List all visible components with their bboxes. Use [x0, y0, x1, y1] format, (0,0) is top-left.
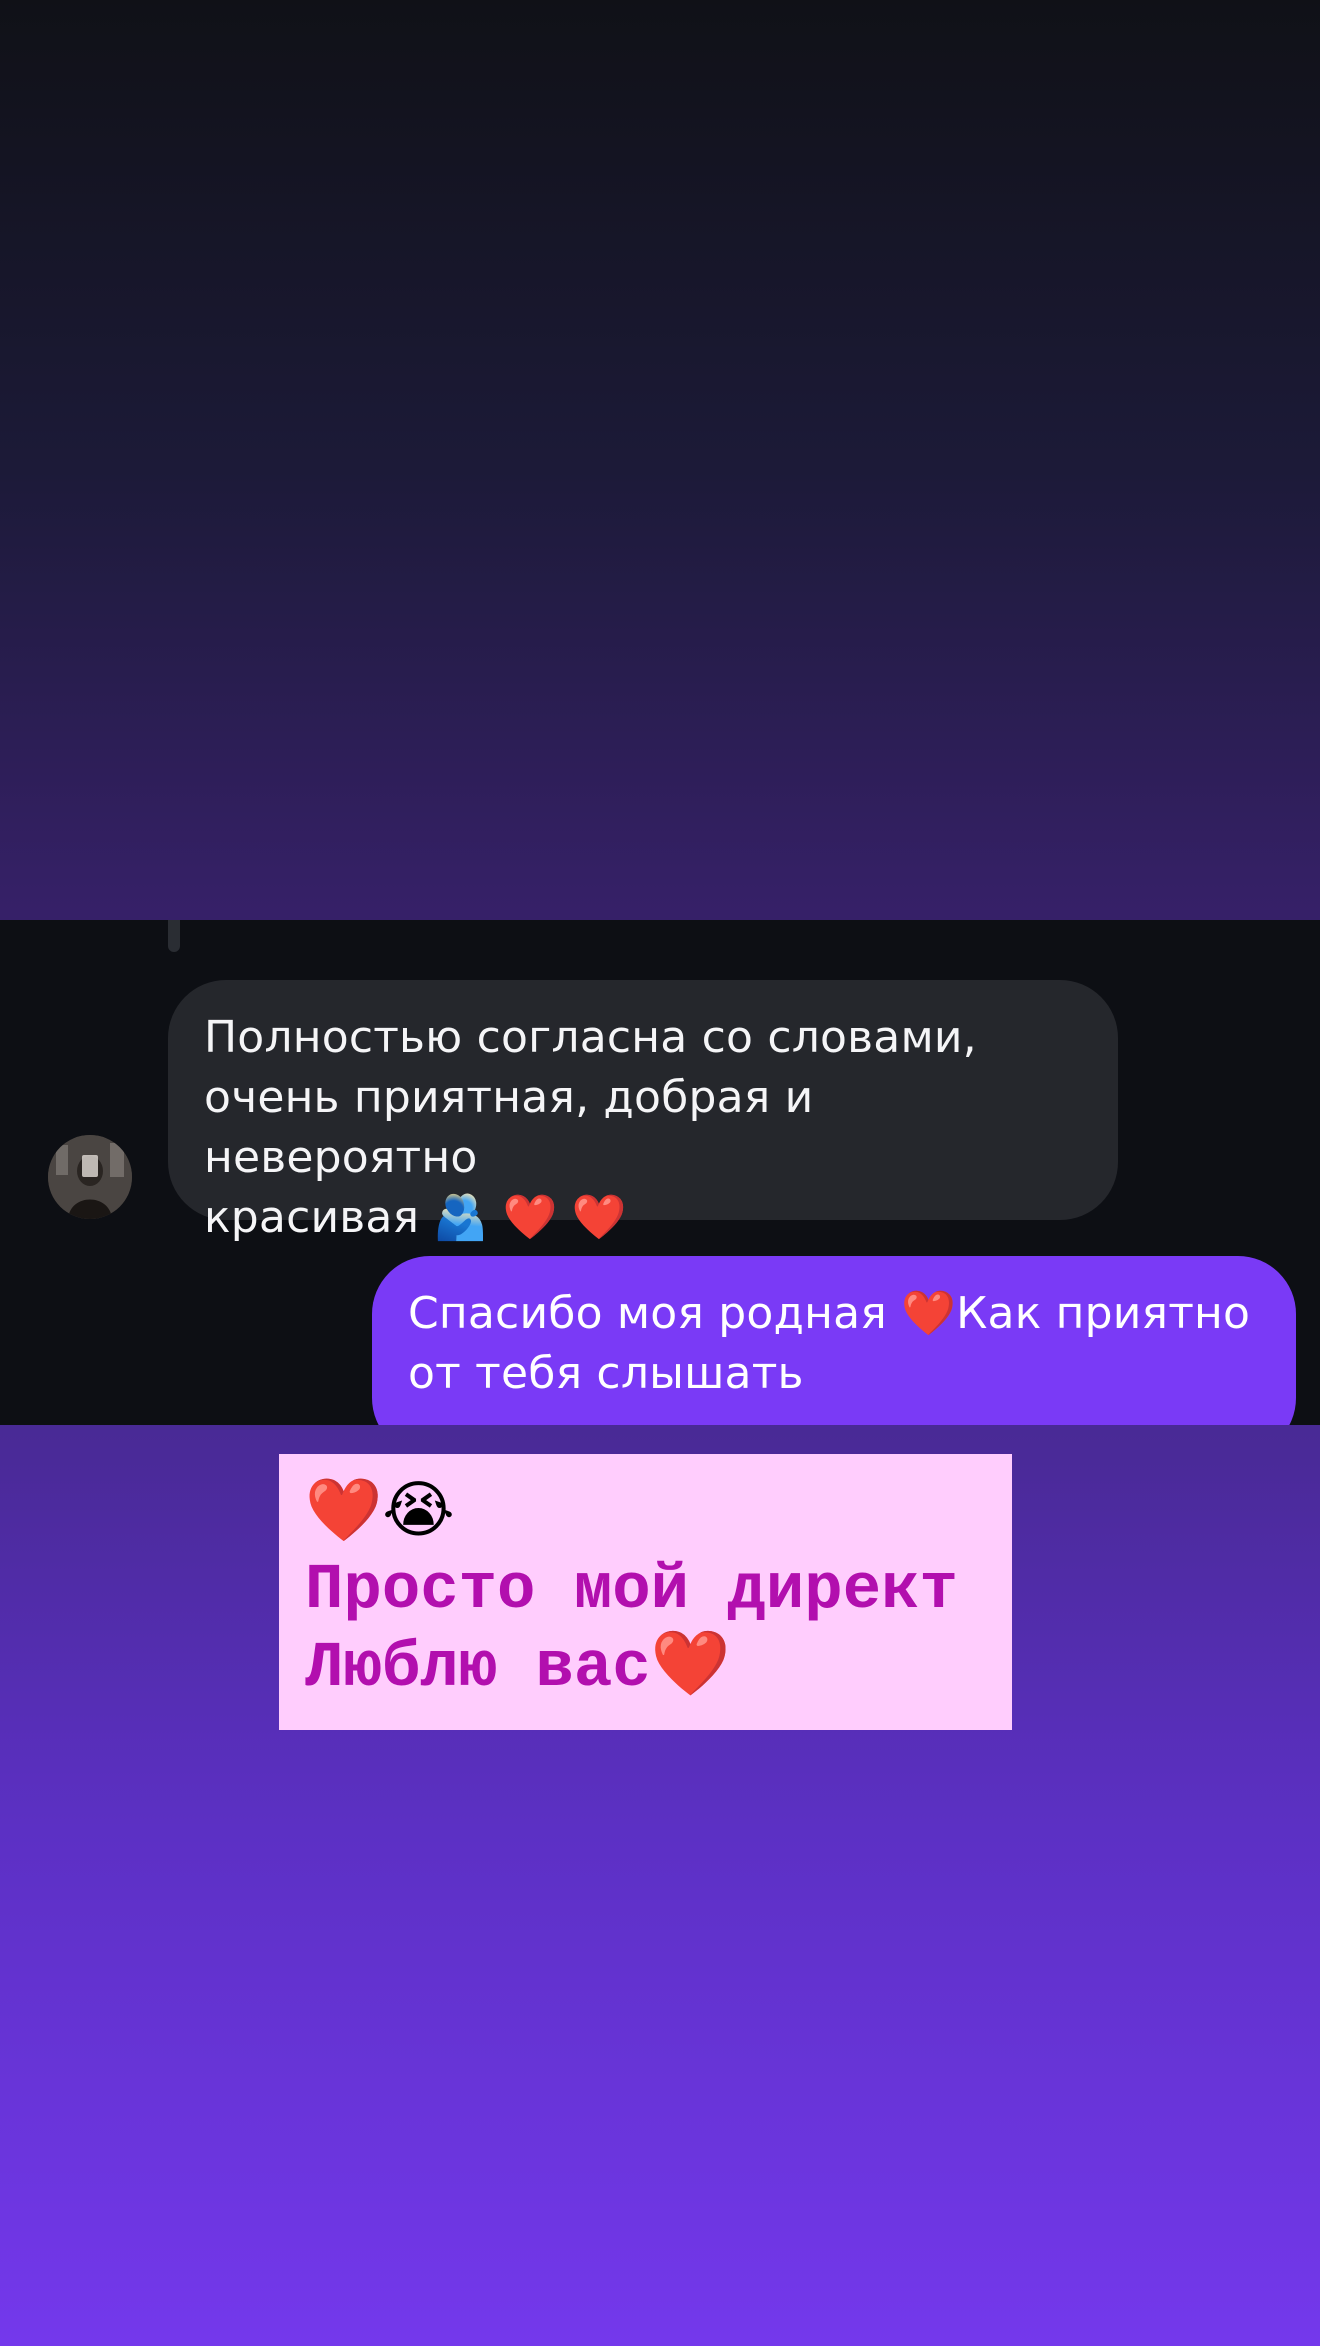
outgoing-message-text: Спасибо моя родная ❤️Как приятно от тебя… — [408, 1288, 1251, 1399]
caption-text: Просто мой директ Люблю вас❤️ — [305, 1555, 958, 1705]
outgoing-message-bubble[interactable]: Спасибо моя родная ❤️Как приятно от тебя… — [372, 1256, 1296, 1425]
avatar-photo-icon — [48, 1135, 132, 1219]
story-caption-sticker: ❤️😭 Просто мой директ Люблю вас❤️ — [279, 1454, 1012, 1730]
incoming-message-text: Полностью согласна со словами, очень при… — [204, 1012, 977, 1243]
caption-emojis: ❤️😭 — [305, 1473, 455, 1546]
dm-screenshot: Полностью согласна со словами, очень при… — [0, 920, 1320, 1425]
avatar[interactable] — [48, 1135, 132, 1219]
incoming-message-bubble[interactable]: Полностью согласна со словами, очень при… — [168, 980, 1118, 1243]
scroll-indicator — [168, 920, 180, 952]
